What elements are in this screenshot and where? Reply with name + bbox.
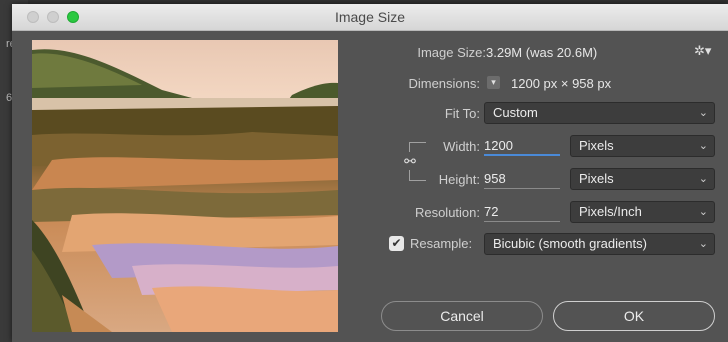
dimensions-label: Dimensions: <box>408 76 480 91</box>
height-input[interactable]: 958 <box>484 169 560 189</box>
resample-label: Resample: <box>410 236 473 251</box>
resample-checkbox[interactable]: ✔ <box>389 236 404 251</box>
image-size-dialog: Image Size Image Size: 3.29M (was 20.6M)… <box>12 4 728 342</box>
resolution-input[interactable]: 72 <box>484 202 560 222</box>
resample-method-select[interactable]: Bicubic (smooth gradients) ⌄ <box>484 233 715 255</box>
width-input[interactable]: 1200 <box>484 136 560 156</box>
resample-method-value: Bicubic (smooth gradients) <box>493 236 647 251</box>
dimensions-value: 1200 px × 958 px <box>511 76 612 91</box>
width-label: Width: <box>443 139 480 154</box>
resolution-unit-select[interactable]: Pixels/Inch ⌄ <box>570 201 715 223</box>
gear-icon[interactable]: ✲▾ <box>694 43 711 59</box>
chevron-down-icon: ⌄ <box>698 140 708 152</box>
cancel-button[interactable]: Cancel <box>381 301 543 331</box>
height-unit-select[interactable]: Pixels ⌄ <box>570 168 715 190</box>
resolution-label: Resolution: <box>414 205 480 220</box>
checkmark-icon: ✔ <box>391 236 402 250</box>
chevron-down-icon: ⌄ <box>698 238 708 250</box>
chevron-down-icon: ⌄ <box>698 173 708 185</box>
dialog-title: Image Size <box>334 9 406 25</box>
resolution-unit-value: Pixels/Inch <box>579 204 642 219</box>
image-preview[interactable] <box>32 40 338 332</box>
image-size-label: Image Size: <box>417 45 486 60</box>
chevron-down-icon: ⌄ <box>698 107 708 119</box>
width-unit-select[interactable]: Pixels ⌄ <box>570 135 715 157</box>
dimensions-units-dropdown[interactable]: ▾ <box>487 76 500 89</box>
link-chain-icon[interactable]: ⚯ <box>403 152 417 170</box>
fit-to-select[interactable]: Custom ⌄ <box>484 102 715 124</box>
chevron-down-icon: ⌄ <box>698 206 708 218</box>
width-unit-value: Pixels <box>579 138 614 153</box>
height-label: Height: <box>438 172 480 187</box>
fit-to-value: Custom <box>493 105 538 120</box>
ok-button[interactable]: OK <box>553 301 715 331</box>
image-size-value: 3.29M (was 20.6M) <box>486 45 598 60</box>
landscape-painting-preview <box>32 40 338 332</box>
height-unit-value: Pixels <box>579 171 614 186</box>
fit-to-label: Fit To: <box>444 106 480 121</box>
title-bar: Image Size <box>12 4 728 31</box>
